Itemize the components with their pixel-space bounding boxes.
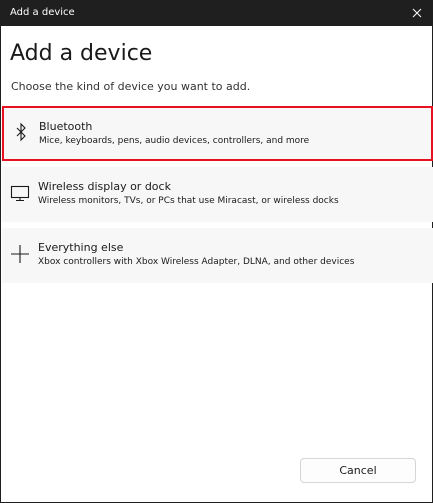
close-button[interactable]	[400, 0, 433, 26]
add-device-dialog: Add a device Add a device Choose the kin…	[0, 0, 433, 503]
option-label: Everything else	[38, 241, 124, 254]
option-wireless-display[interactable]: Wireless display or dock Wireless monito…	[2, 167, 433, 222]
option-label: Wireless display or dock	[38, 180, 171, 193]
option-bluetooth[interactable]: Bluetooth Mice, keyboards, pens, audio d…	[2, 106, 433, 161]
option-description: Xbox controllers with Xbox Wireless Adap…	[38, 257, 355, 267]
option-description: Wireless monitors, TVs, or PCs that use …	[38, 196, 339, 206]
page-title: Add a device	[10, 41, 153, 66]
cancel-button[interactable]: Cancel	[300, 458, 416, 483]
window-title: Add a device	[10, 7, 75, 18]
title-bar: Add a device	[1, 0, 433, 26]
plus-icon	[11, 245, 29, 263]
close-icon	[412, 8, 422, 18]
option-everything-else[interactable]: Everything else Xbox controllers with Xb…	[2, 228, 433, 283]
option-description: Mice, keyboards, pens, audio devices, co…	[39, 136, 310, 146]
monitor-icon	[10, 185, 30, 202]
option-label: Bluetooth	[39, 120, 93, 133]
bluetooth-icon	[16, 122, 26, 142]
page-subtitle: Choose the kind of device you want to ad…	[11, 80, 251, 93]
